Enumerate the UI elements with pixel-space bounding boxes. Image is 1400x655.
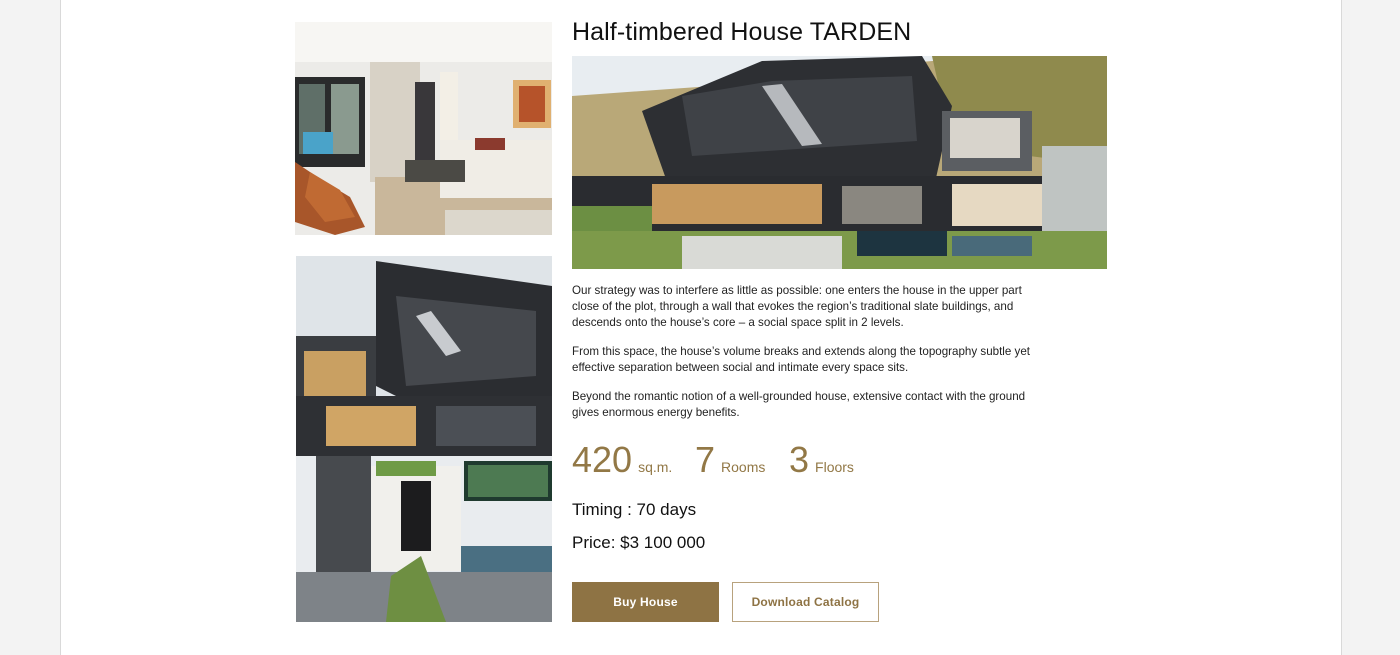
interior-living-room-photo: [295, 22, 552, 235]
stat-area-unit: sq.m.: [638, 459, 673, 475]
house-exterior-panorama-photo: [572, 56, 1107, 269]
content-panel: Half-timbered House TARDEN Our strategy …: [60, 0, 1342, 655]
stat-floors: 3 Floors: [789, 440, 854, 480]
stat-rooms-value: 7: [695, 439, 716, 480]
download-catalog-button[interactable]: Download Catalog: [732, 582, 879, 622]
buy-house-button[interactable]: Buy House: [572, 582, 719, 622]
stat-area-value: 420: [572, 439, 633, 480]
house-description: Our strategy was to interfere as little …: [572, 283, 1047, 434]
description-paragraph: Our strategy was to interfere as little …: [572, 284, 1022, 329]
stat-floors-value: 3: [789, 439, 810, 480]
stat-area: 420 sq.m.: [572, 440, 672, 480]
description-paragraph: From this space, the house’s volume brea…: [572, 345, 1031, 374]
price-text: Price: $3 100 000: [572, 533, 706, 552]
description-paragraph: Beyond the romantic notion of a well-gro…: [572, 390, 1026, 419]
house-exterior-stairs-photo: [296, 256, 552, 622]
house-title: Half-timbered House TARDEN: [572, 18, 912, 46]
stat-rooms: 7 Rooms: [695, 440, 765, 480]
stat-floors-unit: Floors: [815, 459, 854, 475]
timing-text: Timing : 70 days: [572, 500, 697, 519]
stat-rooms-unit: Rooms: [721, 459, 766, 475]
